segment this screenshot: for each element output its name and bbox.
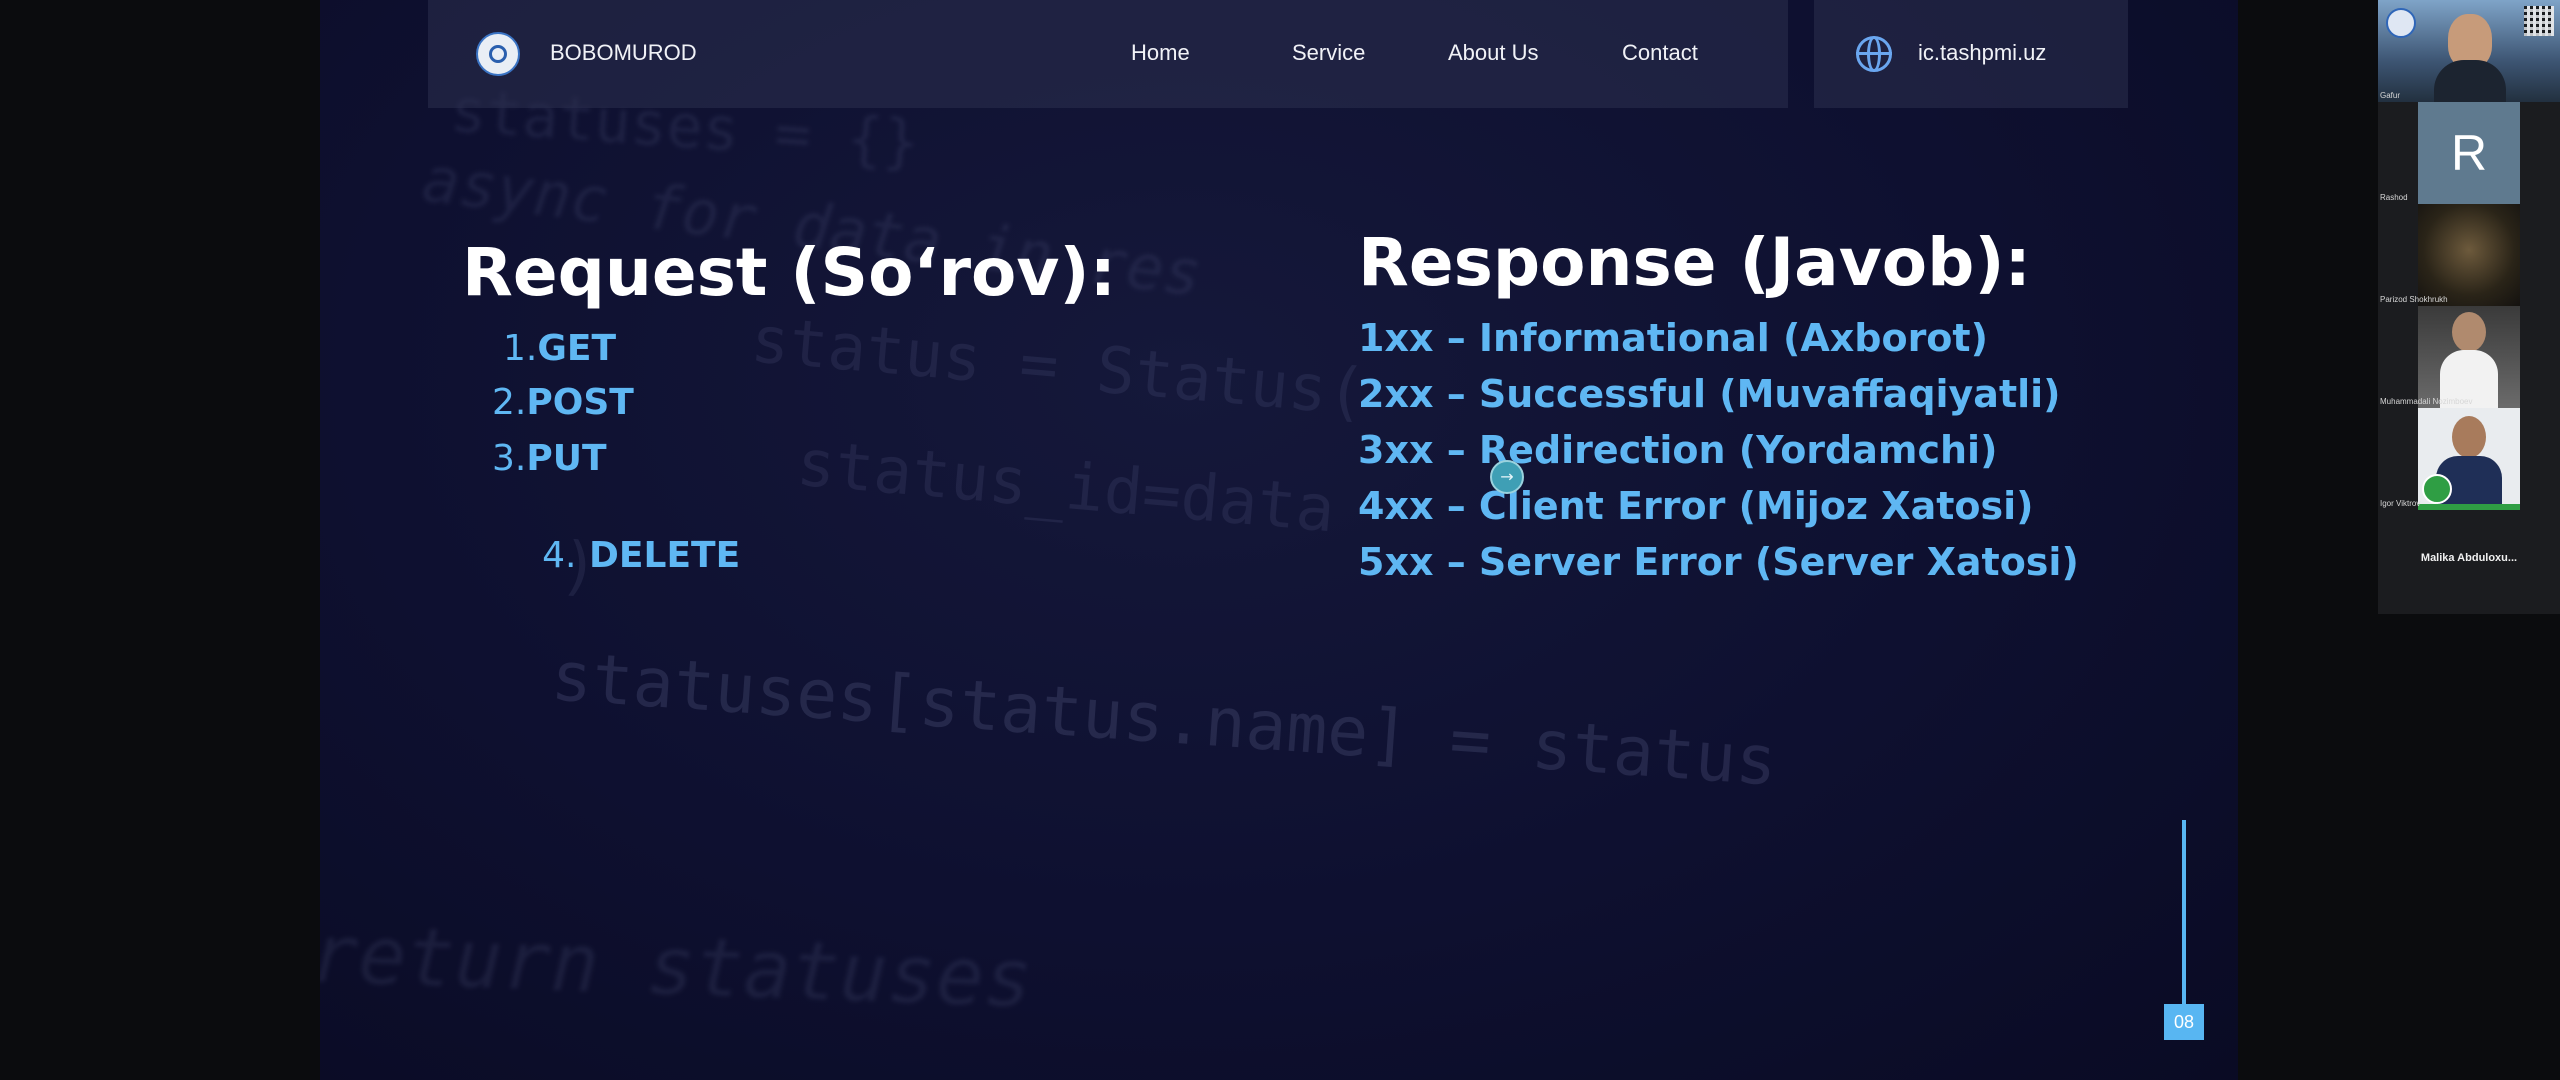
university-logo-icon [2386, 8, 2416, 38]
response-heading: Response (Javob): [1358, 224, 2031, 301]
badge-logo-icon [2422, 474, 2452, 504]
bg-code-line-7: return statuses [320, 907, 1034, 1026]
participant-name: Rashod [2380, 193, 2408, 202]
request-item-number: 4. [542, 535, 577, 576]
participant-name: Igor Viktrov [2380, 499, 2421, 508]
bg-code-line-4: status_id=data [793, 426, 1338, 548]
participant-name: Gafur [2380, 91, 2401, 100]
request-heading: Request (So‘rov): [462, 234, 1116, 311]
request-item-number: 2. [492, 382, 527, 423]
slide-page-number: 08 [2164, 1004, 2204, 1040]
participant-tile[interactable]: Muhammadali Nozimboev [2378, 306, 2560, 408]
request-item-label: PUT [526, 438, 607, 479]
site-url-link[interactable]: ic.tashpmi.uz [1918, 40, 2046, 66]
participant-tile[interactable]: Parizod Shokhrukh [2378, 204, 2560, 306]
presentation-slide: statuses = {} async for data in res stat… [320, 0, 2238, 1080]
nav-link-home[interactable]: Home [1131, 40, 1190, 66]
site-url-bar: ic.tashpmi.uz [1814, 0, 2128, 108]
participant-tile[interactable]: Gafur [2378, 0, 2560, 102]
response-item-2xx: 2xx – Successful (Muvaffaqiyatli) [1358, 372, 2061, 416]
request-item-delete: 4. DELETE [492, 494, 740, 617]
avatar-letter: R [2418, 102, 2520, 204]
person-body [2434, 60, 2506, 102]
person-face [2452, 312, 2486, 352]
slide-navbar: BOBOMUROD Home Service About Us Contact [428, 0, 1788, 108]
green-stripe [2418, 504, 2520, 510]
request-item-label: GET [537, 328, 617, 369]
participant-video [2378, 0, 2560, 102]
response-item-1xx: 1xx – Informational (Axborot) [1358, 316, 1988, 360]
participant-name: Muhammadali Nozimboev [2380, 397, 2473, 406]
participant-name: Parizod Shokhrukh [2380, 295, 2448, 304]
person-face [2452, 416, 2486, 458]
slide-progress-line [2182, 820, 2186, 1006]
request-item-post: 2.POST [492, 382, 634, 423]
request-item-get: 1.GET [503, 328, 616, 369]
participants-panel: Gafur R Rashod Parizod Shokhrukh Muhamma… [2378, 0, 2560, 614]
participant-video [2418, 306, 2520, 408]
qr-code-icon [2524, 6, 2554, 36]
bg-code-line-3: status = Status( [747, 303, 1369, 431]
university-logo-icon [476, 32, 520, 76]
participant-video [2418, 408, 2520, 510]
nav-link-contact[interactable]: Contact [1622, 40, 1698, 66]
request-item-put: 3.PUT [492, 438, 607, 479]
participant-name-bottom[interactable]: Malika Abduloxu... [2378, 552, 2560, 564]
request-item-number: 3. [492, 438, 527, 479]
participant-video [2418, 204, 2520, 306]
request-item-number: 1. [503, 328, 538, 369]
participant-tile[interactable]: Igor Viktrov [2378, 408, 2560, 510]
request-item-label: DELETE [576, 535, 741, 576]
response-item-4xx: 4xx – Client Error (Mijoz Xatosi) [1358, 484, 2034, 528]
request-item-label: POST [526, 382, 634, 423]
response-item-3xx: 3xx – Redirection (Yordamchi) [1358, 428, 1998, 472]
response-item-5xx: 5xx – Server Error (Server Xatosi) [1358, 540, 2079, 584]
participant-avatar: R [2418, 102, 2520, 204]
globe-icon [1856, 36, 1892, 72]
bg-code-line-6: statuses[status.name] = status [548, 637, 1780, 802]
brand-name: BOBOMUROD [550, 40, 697, 65]
participant-tile[interactable]: R Rashod [2378, 102, 2560, 204]
presenter-pointer-icon: → [1490, 460, 1524, 494]
nav-link-about-us[interactable]: About Us [1448, 40, 1539, 66]
nav-link-service[interactable]: Service [1292, 40, 1365, 66]
